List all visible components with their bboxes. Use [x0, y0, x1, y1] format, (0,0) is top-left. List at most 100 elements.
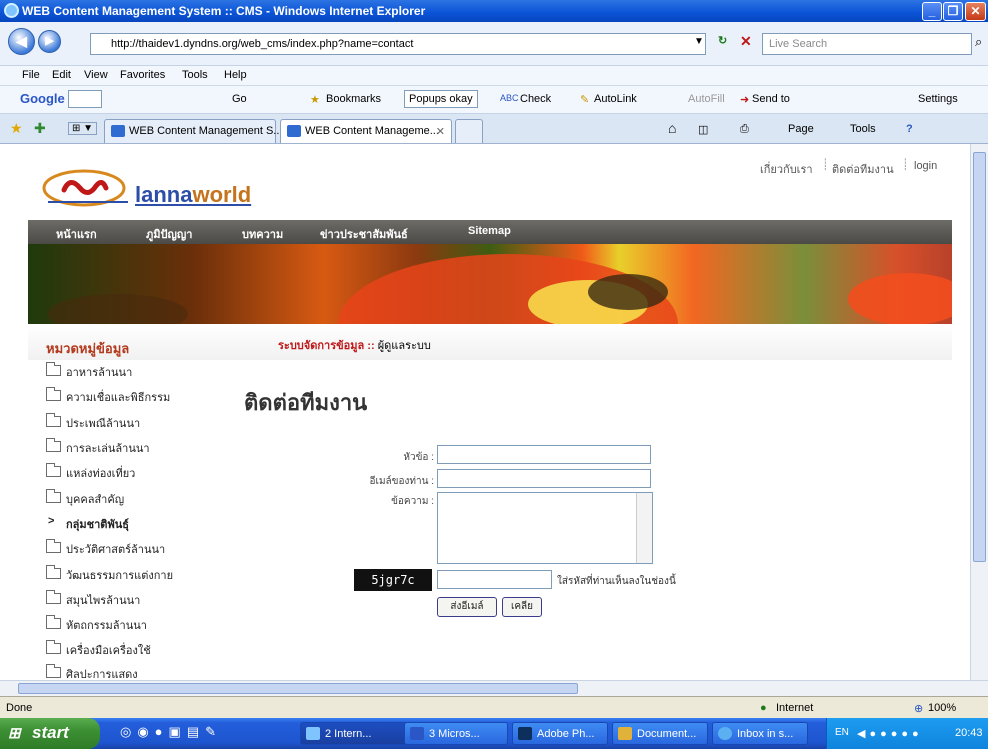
new-tab-button[interactable] — [455, 119, 483, 143]
feeds-icon[interactable]: ◫ — [698, 123, 708, 136]
check-button[interactable]: Check — [520, 93, 551, 105]
google-search-box[interactable] — [68, 90, 102, 108]
folder-icon — [46, 438, 61, 452]
tools-menu[interactable]: Tools — [850, 123, 876, 135]
task-microsoft[interactable]: 3 Micros... — [404, 722, 508, 745]
sidebar-item-costume[interactable]: วัฒนธรรมการแต่งกาย — [46, 565, 173, 584]
email-label: อีเมล์ของท่าน : — [369, 476, 434, 487]
nav-sitemap[interactable]: Sitemap — [468, 225, 511, 237]
scroll-thumb[interactable] — [18, 683, 578, 694]
home-icon[interactable]: ⌂ — [668, 120, 676, 136]
zoom-icon: ⊕ — [914, 703, 924, 715]
search-icon[interactable]: ⌕ — [975, 34, 982, 50]
autofill-button[interactable]: AutoFill — [688, 93, 725, 105]
search-input[interactable]: Live Search — [762, 33, 972, 55]
message-textarea[interactable] — [437, 492, 653, 564]
sidebar-item-utensils[interactable]: เครื่องมือเครื่องใช้ — [46, 640, 151, 659]
minimize-button[interactable]: _ — [922, 2, 942, 21]
autolink-button[interactable]: AutoLink — [594, 93, 637, 105]
sidebar-item-games[interactable]: การละเล่นล้านนา — [46, 438, 150, 457]
quick-launch-icons[interactable]: ◎◉●▣▤✎ — [120, 724, 222, 740]
top-link-about[interactable]: เกี่ยวกับเรา — [760, 160, 813, 178]
window-title-bar: WEB Content Management System :: CMS - W… — [0, 0, 988, 22]
internet-zone-icon: ● — [760, 702, 767, 714]
sidebar-item-beliefs[interactable]: ความเชื่อและพิธีกรรม — [46, 387, 171, 406]
popups-button[interactable]: Popups okay — [404, 90, 478, 108]
sidebar-item-label: ความเชื่อและพิธีกรรม — [66, 392, 171, 404]
folder-icon — [46, 640, 61, 654]
task-internet-explorer[interactable]: 2 Intern... — [300, 722, 416, 745]
google-logo: Google — [20, 91, 65, 106]
tab-2[interactable]: WEB Content Manageme... ✕ — [280, 119, 452, 143]
sidebar-item-performing-arts[interactable]: ศิลปะการแสดง — [46, 664, 138, 680]
tray-icons[interactable]: ◀●●●●● — [857, 727, 923, 740]
start-button[interactable]: ⊞ start — [0, 718, 100, 749]
vertical-scrollbar[interactable] — [970, 144, 988, 680]
scroll-thumb[interactable] — [973, 152, 986, 562]
menu-file[interactable]: File — [22, 69, 40, 81]
sendto-button[interactable]: Send to — [752, 93, 790, 105]
captcha-input[interactable] — [437, 570, 552, 589]
settings-button[interactable]: Settings — [918, 93, 958, 105]
sidebar-item-traditions[interactable]: ประเพณีล้านนา — [46, 413, 140, 432]
back-button[interactable]: ◀ — [8, 28, 35, 55]
tab-close-icon[interactable]: ✕ — [436, 125, 445, 138]
task-photoshop[interactable]: Adobe Ph... — [512, 722, 608, 745]
sidebar-item-ethnic-groups[interactable]: > กลุ่มชาติพันธุ์ — [46, 515, 129, 533]
address-bar[interactable]: http://thaidev1.dyndns.org/web_cms/index… — [90, 33, 706, 55]
textarea-scrollbar[interactable] — [636, 493, 652, 563]
address-dropdown-icon[interactable]: ▼ — [694, 36, 704, 47]
subject-label: หัวข้อ : — [403, 452, 434, 463]
clear-button[interactable]: เคลีย — [502, 597, 542, 617]
zone-text: Internet — [776, 702, 814, 714]
menu-tools[interactable]: Tools — [182, 69, 208, 81]
add-favorites-icon[interactable]: ✚ — [34, 120, 46, 137]
task-document[interactable]: Document... — [612, 722, 708, 745]
subject-input[interactable] — [437, 445, 651, 464]
page-menu[interactable]: Page — [788, 123, 814, 135]
sidebar-item-herbs[interactable]: สมุนไพรล้านนา — [46, 590, 140, 609]
sidebar-item-handicrafts[interactable]: หัตถกรรมล้านนา — [46, 615, 147, 634]
menu-view[interactable]: View — [84, 69, 108, 81]
nav-home[interactable]: หน้าแรก — [56, 225, 97, 243]
tab-1[interactable]: WEB Content Management S... — [104, 119, 282, 143]
breadcrumb-section[interactable]: ระบบจัดการข้อมูล :: — [278, 340, 375, 352]
captcha-image: 5jgr7c — [354, 569, 432, 591]
task-label: Document... — [637, 728, 697, 740]
logo-part2: world — [192, 182, 252, 207]
maximize-button[interactable]: ❐ — [943, 2, 963, 21]
sidebar-item-history[interactable]: ประวัติศาสตร์ล้านนา — [46, 539, 165, 558]
nav-news[interactable]: ข่าวประชาสัมพันธ์ — [320, 225, 408, 243]
task-inbox[interactable]: Inbox in s... — [712, 722, 808, 745]
horizontal-scrollbar[interactable] — [0, 680, 988, 696]
stop-icon[interactable]: ✕ — [740, 33, 752, 50]
quick-tabs-icon[interactable]: ⊞ ▼ — [68, 122, 98, 135]
sidebar-item-food[interactable]: อาหารล้านนา — [46, 362, 132, 381]
top-link-contact[interactable]: ติดต่อทีมงาน — [832, 160, 894, 178]
top-link-login[interactable]: login — [914, 160, 937, 172]
tab-bar: ★ ✚ ⊞ ▼ WEB Content Management S... WEB … — [0, 114, 988, 144]
flower-banner-image — [28, 244, 952, 324]
favorites-star-icon[interactable]: ★ — [10, 120, 23, 137]
clock: 20:43 — [955, 727, 983, 739]
print-icon[interactable]: ⎙ — [740, 123, 749, 136]
folder-icon — [46, 387, 61, 401]
forward-button[interactable]: ▶ — [38, 30, 61, 53]
menu-favorites[interactable]: Favorites — [120, 69, 165, 81]
sidebar-item-people[interactable]: บุคคลสำคัญ — [46, 489, 124, 508]
help-icon[interactable]: ? — [906, 123, 913, 135]
email-input[interactable] — [437, 469, 651, 488]
google-go-button[interactable]: Go — [232, 93, 247, 105]
send-email-button[interactable]: ส่งอีเมล์ — [437, 597, 497, 617]
zoom-level[interactable]: 100% — [928, 702, 956, 714]
menu-edit[interactable]: Edit — [52, 69, 71, 81]
nav-articles[interactable]: บทความ — [242, 225, 283, 243]
refresh-icon[interactable]: ↻ — [718, 34, 727, 47]
sidebar-item-attractions[interactable]: แหล่งท่องเที่ยว — [46, 463, 135, 482]
close-button[interactable]: ✕ — [965, 2, 986, 21]
language-indicator[interactable]: EN — [835, 727, 849, 738]
bookmarks-button[interactable]: Bookmarks — [326, 93, 381, 105]
nav-wisdom[interactable]: ภูมิปัญญา — [146, 225, 192, 243]
menu-help[interactable]: Help — [224, 69, 247, 81]
site-logo-text[interactable]: lannaworld — [135, 182, 251, 208]
